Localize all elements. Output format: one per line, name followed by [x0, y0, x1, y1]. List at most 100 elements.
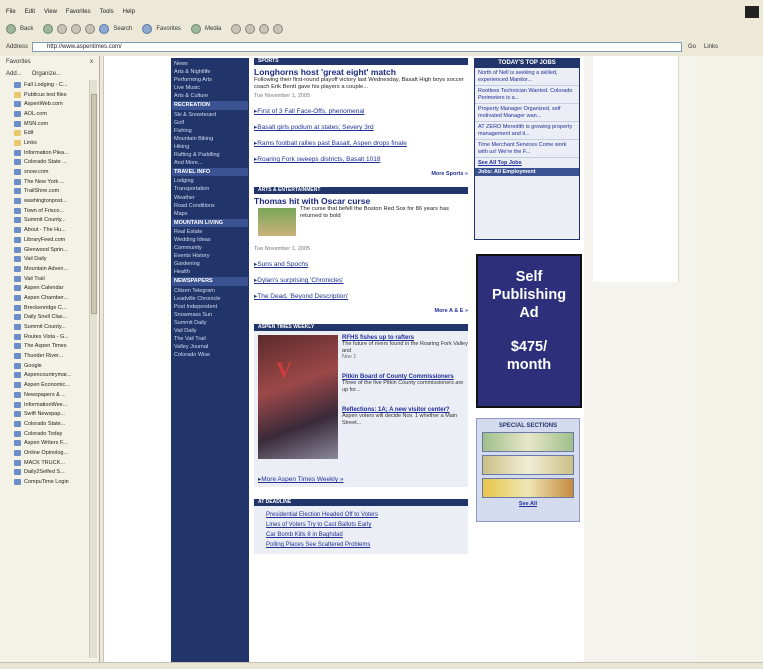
- home-icon[interactable]: [85, 24, 96, 34]
- favorite-item[interactable]: Aspencountrymar...: [14, 371, 99, 381]
- favorite-item[interactable]: Edit: [14, 128, 99, 138]
- nav-item[interactable]: And More...: [174, 159, 246, 167]
- nav-item[interactable]: Wedding Ideas: [174, 236, 246, 244]
- favorites-button[interactable]: Favorites: [156, 26, 181, 32]
- favorite-item[interactable]: AspenWeb.com: [14, 99, 99, 109]
- address-input[interactable]: http://www.aspentimes.com/: [32, 42, 683, 52]
- menu-help[interactable]: Help: [123, 9, 135, 15]
- favorite-item[interactable]: Information Plea...: [14, 148, 99, 158]
- nav-item[interactable]: Golf: [174, 119, 246, 127]
- deadline-link[interactable]: Car Bomb Kills 8 in Baghdad: [254, 530, 468, 540]
- nav-item[interactable]: Real Estate: [174, 228, 246, 236]
- nav-item[interactable]: Colorado Wise: [174, 351, 246, 359]
- sports-link[interactable]: Roaring Fork sweeps districts, Basalt 10…: [254, 155, 468, 163]
- back-label[interactable]: Back: [20, 26, 33, 32]
- back-icon[interactable]: [6, 24, 16, 34]
- favorite-item[interactable]: TrailShire.com: [14, 187, 99, 197]
- favorites-scroll-thumb[interactable]: [91, 94, 97, 314]
- nav-item[interactable]: Live Music: [174, 84, 246, 92]
- nav-item[interactable]: Citizen Telegram: [174, 287, 246, 295]
- favorite-item[interactable]: washingtonpost...: [14, 196, 99, 206]
- nav-item[interactable]: Leadville Chronicle: [174, 295, 246, 303]
- nav-item[interactable]: Lodging: [174, 177, 246, 185]
- nav-item[interactable]: Summit Daily: [174, 319, 246, 327]
- organize-favorites-button[interactable]: Organize...: [32, 71, 61, 77]
- favorite-item[interactable]: Vail Daily: [14, 254, 99, 264]
- nav-item[interactable]: Arts & Culture: [174, 92, 246, 100]
- nav-item[interactable]: Mountain Biking: [174, 135, 246, 143]
- nav-item[interactable]: News: [174, 60, 246, 68]
- arts-headline[interactable]: Thomas hit with Oscar curse: [254, 196, 468, 206]
- favorite-item[interactable]: Colorado Today: [14, 429, 99, 439]
- favorite-item[interactable]: LibraryFeed.com: [14, 235, 99, 245]
- go-button[interactable]: Go: [688, 44, 696, 50]
- deadline-link[interactable]: Polling Places See Scattered Problems: [254, 540, 468, 550]
- deadline-link[interactable]: Presidential Election Headed Off to Vote…: [254, 510, 468, 520]
- nav-item[interactable]: Valley Journal: [174, 343, 246, 351]
- arts-link[interactable]: Suns and Spochs: [254, 260, 468, 268]
- links-button[interactable]: Links: [704, 44, 718, 50]
- arts-link[interactable]: The Dead, 'Beyond Description': [254, 292, 468, 300]
- favorite-item[interactable]: Google: [14, 361, 99, 371]
- favorite-item[interactable]: Town of Frisco...: [14, 206, 99, 216]
- all-employment-link[interactable]: Jobs: All Employment: [475, 168, 579, 176]
- forward-icon[interactable]: [43, 24, 54, 34]
- nav-item[interactable]: Fishing: [174, 127, 246, 135]
- menu-view[interactable]: View: [44, 9, 57, 15]
- job-listing[interactable]: Time Merchant Services Come work with us…: [475, 140, 579, 158]
- favorite-item[interactable]: Colorado State ...: [14, 158, 99, 168]
- favorite-item[interactable]: Thunder River...: [14, 351, 99, 361]
- menu-favorites[interactable]: Favorites: [66, 9, 91, 15]
- nav-item[interactable]: Transportation: [174, 185, 246, 193]
- add-favorite-button[interactable]: Add...: [6, 71, 22, 77]
- sports-link[interactable]: Basalt girls podium at states; Severy 3r…: [254, 123, 468, 131]
- job-listing[interactable]: North of Nell is seeking a skilled, expe…: [475, 68, 579, 86]
- close-icon[interactable]: x: [90, 59, 93, 65]
- search-button[interactable]: Search: [113, 26, 132, 32]
- self-publishing-ad[interactable]: Self Publishing Ad $475/ month: [476, 254, 582, 408]
- favorite-item[interactable]: AOL.com: [14, 109, 99, 119]
- favorite-item[interactable]: The New York ...: [14, 177, 99, 187]
- sports-link[interactable]: First of 3 Fall Face-Offs, phenomenal: [254, 107, 468, 115]
- nav-item[interactable]: Gardening: [174, 260, 246, 268]
- print-icon[interactable]: [259, 24, 270, 34]
- nav-item[interactable]: Road Conditions: [174, 202, 246, 210]
- deadline-link[interactable]: Lines of Voters Try to Cast Ballots Earl…: [254, 520, 468, 530]
- job-listing[interactable]: Property Manager Organized, self motivat…: [475, 104, 579, 122]
- favorite-item[interactable]: About - The Hu...: [14, 225, 99, 235]
- favorite-item[interactable]: The Aspen Times: [14, 342, 99, 352]
- history-icon[interactable]: [231, 24, 242, 34]
- favorite-item[interactable]: CompuTime Login: [14, 477, 99, 487]
- favorite-item[interactable]: Daily Snell Clas...: [14, 313, 99, 323]
- job-listing[interactable]: AT ZERO Meredith is growing property man…: [475, 122, 579, 140]
- nav-item[interactable]: Maps: [174, 210, 246, 218]
- favorite-item[interactable]: Aspen Calendar: [14, 283, 99, 293]
- nav-item[interactable]: The Vail Trail: [174, 335, 246, 343]
- favorite-item[interactable]: Aspen Writers F...: [14, 438, 99, 448]
- nav-item[interactable]: Snowmass Sun: [174, 311, 246, 319]
- favorite-item[interactable]: Mountain Adven...: [14, 264, 99, 274]
- search-icon[interactable]: [99, 24, 110, 34]
- favorites-icon[interactable]: [142, 24, 153, 34]
- nav-item[interactable]: Arts & Nightlife: [174, 68, 246, 76]
- menu-file[interactable]: File: [6, 9, 16, 15]
- favorite-item[interactable]: Routes Vista - G...: [14, 332, 99, 342]
- favorite-item[interactable]: Fall Lodging - C...: [14, 80, 99, 90]
- favorite-item[interactable]: Newspapers & ...: [14, 390, 99, 400]
- favorite-item[interactable]: Glenwood Sprin...: [14, 245, 99, 255]
- favorite-item[interactable]: Summit County...: [14, 216, 99, 226]
- nav-item[interactable]: Ski & Snowboard: [174, 111, 246, 119]
- sports-headline[interactable]: Longhorns host 'great eight' match: [254, 67, 468, 77]
- nav-item[interactable]: Hiking: [174, 143, 246, 151]
- favorites-scrollbar[interactable]: [89, 80, 97, 658]
- favorite-item[interactable]: MACK TRUCK...: [14, 458, 99, 468]
- refresh-icon[interactable]: [71, 24, 82, 34]
- favorite-item[interactable]: Online Opinolog...: [14, 448, 99, 458]
- nav-item[interactable]: Health: [174, 268, 246, 276]
- favorite-item[interactable]: MSN.com: [14, 119, 99, 129]
- magazine-cover[interactable]: V: [258, 335, 338, 459]
- nav-item[interactable]: Rafting & Paddling: [174, 151, 246, 159]
- arts-link[interactable]: Dylan's surprising 'Chronicles': [254, 276, 468, 284]
- favorite-item[interactable]: snow.com: [14, 167, 99, 177]
- stop-icon[interactable]: [57, 24, 68, 34]
